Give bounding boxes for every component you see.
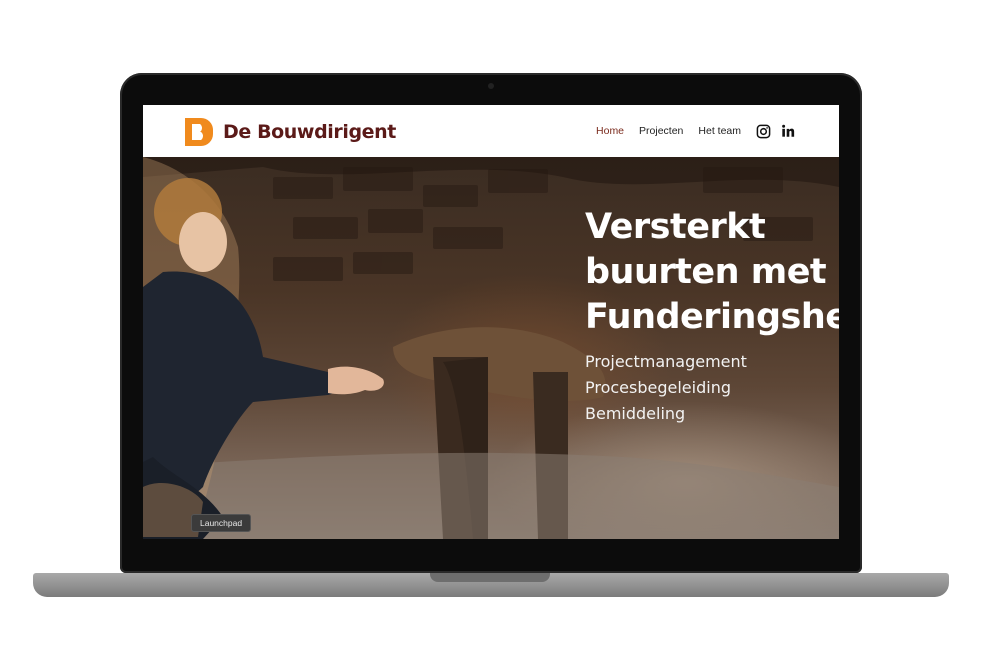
hero-title: Versterkt buurten met Funderingsher xyxy=(585,207,839,337)
social-links xyxy=(756,124,795,139)
instagram-icon[interactable] xyxy=(756,124,771,139)
nav-projecten[interactable]: Projecten xyxy=(639,125,683,137)
site-header: De Bouwdirigent Home Projecten Het team xyxy=(143,105,839,158)
service-item: Procesbegeleiding xyxy=(585,378,731,397)
brand-name: De Bouwdirigent xyxy=(223,121,396,143)
brand-logo[interactable]: De Bouwdirigent xyxy=(183,116,396,148)
nav-het-team[interactable]: Het team xyxy=(698,125,741,137)
camera-dot xyxy=(488,83,494,89)
hero-section: Versterkt buurten met Funderingsher Proj… xyxy=(143,157,839,539)
service-item: Bemiddeling xyxy=(585,404,686,423)
linkedin-icon[interactable] xyxy=(781,124,795,138)
main-nav: Home Projecten Het team xyxy=(596,119,795,143)
launchpad-tooltip: Launchpad xyxy=(191,514,252,532)
service-item: Projectmanagement xyxy=(585,352,747,371)
laptop-notch xyxy=(430,573,550,582)
logo-mark-icon xyxy=(185,118,213,146)
hero-services-list: Projectmanagement Procesbegeleiding Bemi… xyxy=(585,349,747,427)
nav-home[interactable]: Home xyxy=(596,125,624,137)
laptop-screen: De Bouwdirigent Home Projecten Het team xyxy=(143,105,839,539)
